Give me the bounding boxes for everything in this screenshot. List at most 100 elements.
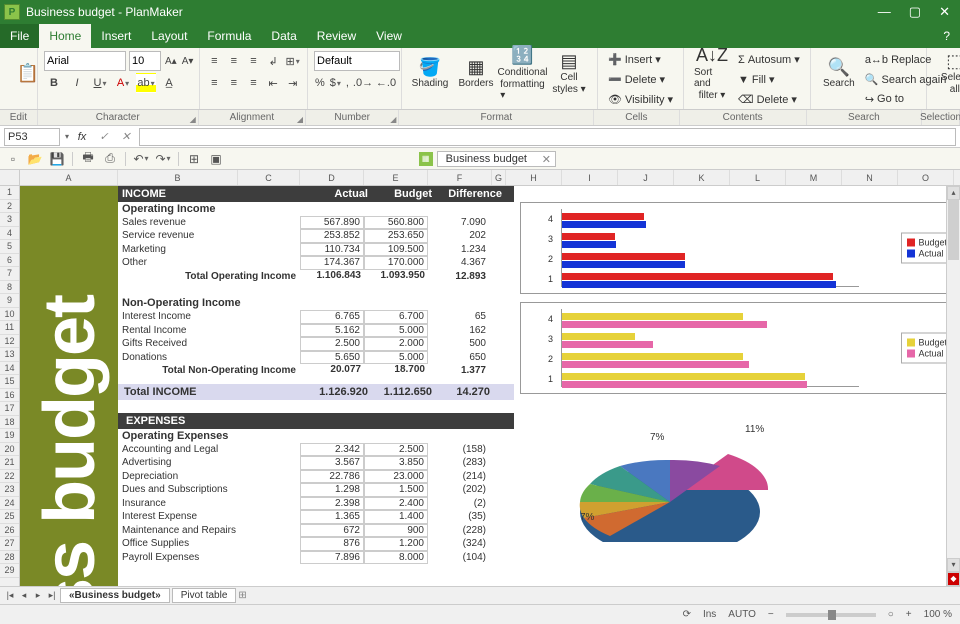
number-format-combo[interactable] [314,51,400,71]
table-row: Service revenue253.852253.650202 [118,229,514,243]
delete-icon: ➖ [608,73,622,86]
cell-styles-button[interactable]: ▤Cellstyles ▾ [547,50,591,96]
grow-font-button[interactable]: A▴ [164,53,178,69]
percent-button[interactable]: % [314,73,326,93]
column-headers[interactable]: ABCDEFGHIJKLMNO [20,170,960,186]
inc-decimal-button[interactable]: .0→ [353,73,373,93]
menu-insert[interactable]: Insert [91,24,141,48]
sort-filter-button[interactable]: A↓ZSort andfilter ▾ [690,50,734,96]
minimize-button[interactable]: — [878,4,891,20]
select-all-button[interactable]: ⬚Selectall [933,50,960,96]
font-size-combo[interactable] [129,51,161,71]
undo-button[interactable]: ↶▾ [132,150,150,168]
name-box[interactable]: P53 [4,128,60,146]
redo-button[interactable]: ↷▾ [154,150,172,168]
fx-button[interactable]: fx [73,131,91,143]
nonoperating-income-label: Non-Operating Income [118,297,514,311]
bold-button[interactable]: B [44,73,64,93]
table-row: Interest Income6.7656.70065 [118,310,514,324]
namebox-dropdown[interactable]: ▾ [65,132,69,141]
align-bottom-button[interactable]: ≡ [245,51,262,71]
delete-contents-button[interactable]: ⌫Delete ▾ [734,89,804,109]
zoom-slider[interactable] [786,613,876,617]
zoom-in-button[interactable]: + [906,609,912,620]
dec-decimal-button[interactable]: ←.0 [376,73,396,93]
font-color-button[interactable]: A▾ [113,73,133,93]
underline-button[interactable]: U▾ [90,73,110,93]
spreadsheet-grid[interactable]: 1234567891011121314151617181920212223242… [0,186,960,586]
scroll-up-button[interactable]: ▴ [947,186,960,200]
menu-layout[interactable]: Layout [141,24,197,48]
tab-nav-next[interactable]: ▸ [32,590,44,601]
shading-button[interactable]: 🪣Shading [408,50,452,96]
recalc-icon[interactable]: ⟳ [683,609,691,620]
scroll-thumb[interactable] [948,200,959,260]
open-button[interactable]: 📂 [26,150,44,168]
insert-cells-button[interactable]: ➕Insert ▾ [604,50,677,70]
table-row: Insurance2.3982.400(2) [118,497,514,511]
group-label-selection: Selection [922,110,960,125]
wrap-text-button[interactable]: ↲ [265,51,282,71]
align-right-button[interactable]: ≡ [245,73,262,93]
menu-data[interactable]: Data [261,24,306,48]
char-format-button[interactable]: A̲ [159,73,179,93]
vertical-scrollbar[interactable]: ▴ ▾ ◆ [946,186,960,586]
ribbon-group-edit: 📋 [0,48,38,109]
zoom-out-button[interactable]: − [768,609,774,620]
table-row: Maintenance and Repairs672900(228) [118,524,514,538]
close-button[interactable]: ✕ [939,4,950,20]
formula-input[interactable] [139,128,956,146]
menu-view[interactable]: View [366,24,412,48]
scroll-down-button[interactable]: ▾ [947,558,960,572]
conditional-formatting-button[interactable]: 🔢Conditionalformatting ▾ [500,50,545,96]
tab-close-button[interactable]: ✕ [542,153,551,166]
shrink-font-button[interactable]: A▾ [181,53,195,69]
currency-button[interactable]: $▾ [329,73,342,93]
zoom-reset-button[interactable]: ○ [888,609,894,620]
delete-cells-button[interactable]: ➖Delete ▾ [604,70,677,90]
font-name-combo[interactable] [44,51,126,71]
align-middle-button[interactable]: ≡ [226,51,243,71]
menu-review[interactable]: Review [307,24,366,48]
toggle-button[interactable]: ▣ [207,150,225,168]
borders-button[interactable]: ▦Borders [454,50,498,96]
document-tab-active[interactable]: Business budget ✕ [437,151,556,167]
visibility-button[interactable]: 👁Visibility ▾ [604,89,677,109]
maximize-button[interactable]: ▢ [909,4,921,20]
indent-inc-button[interactable]: ⇥ [284,73,301,93]
merge-cells-button[interactable]: ⊞▾ [284,51,301,71]
fill-button[interactable]: ▼Fill ▾ [734,70,804,90]
align-top-button[interactable]: ≡ [206,51,223,71]
scroll-marker[interactable]: ◆ [947,572,960,586]
select-all-corner[interactable] [0,170,20,186]
sheet-tab-business-budget[interactable]: «Business budget» [60,588,170,603]
sheet-tab-pivot-table[interactable]: Pivot table [172,588,237,603]
autosum-button[interactable]: ΣAutosum ▾ [734,50,804,70]
menu-formula[interactable]: Formula [197,24,261,48]
thousands-button[interactable]: , [345,73,350,93]
cond-format-icon: 🔢 [511,46,533,66]
menu-file[interactable]: File [0,24,39,48]
insert-icon: ➕ [608,53,622,66]
toggle-grid-button[interactable]: ⊞ [185,150,203,168]
zoom-level[interactable]: 100 % [924,609,952,620]
row-headers[interactable]: 1234567891011121314151617181920212223242… [0,186,20,586]
tab-nav-prev[interactable]: ◂ [18,590,30,601]
italic-button[interactable]: I [67,73,87,93]
ins-mode: Ins [703,609,716,620]
align-center-button[interactable]: ≡ [226,73,243,93]
highlight-button[interactable]: ab▾ [136,73,156,93]
table-row: Donations5.6505.000650 [118,351,514,365]
tab-nav-last[interactable]: ▸| [46,590,58,601]
search-button[interactable]: 🔍Search [817,50,861,96]
print-button[interactable]: 🖶 [79,150,97,168]
align-left-button[interactable]: ≡ [206,73,223,93]
zoom-thumb[interactable] [828,610,836,620]
indent-dec-button[interactable]: ⇤ [265,73,282,93]
new-doc-button[interactable]: ▫ [4,150,22,168]
menu-home[interactable]: Home [39,24,91,48]
menu-help-icon[interactable]: ? [933,24,960,48]
tab-nav-first[interactable]: |◂ [4,590,16,601]
pdf-button[interactable]: ⎙ [101,150,119,168]
save-button[interactable]: 💾 [48,150,66,168]
